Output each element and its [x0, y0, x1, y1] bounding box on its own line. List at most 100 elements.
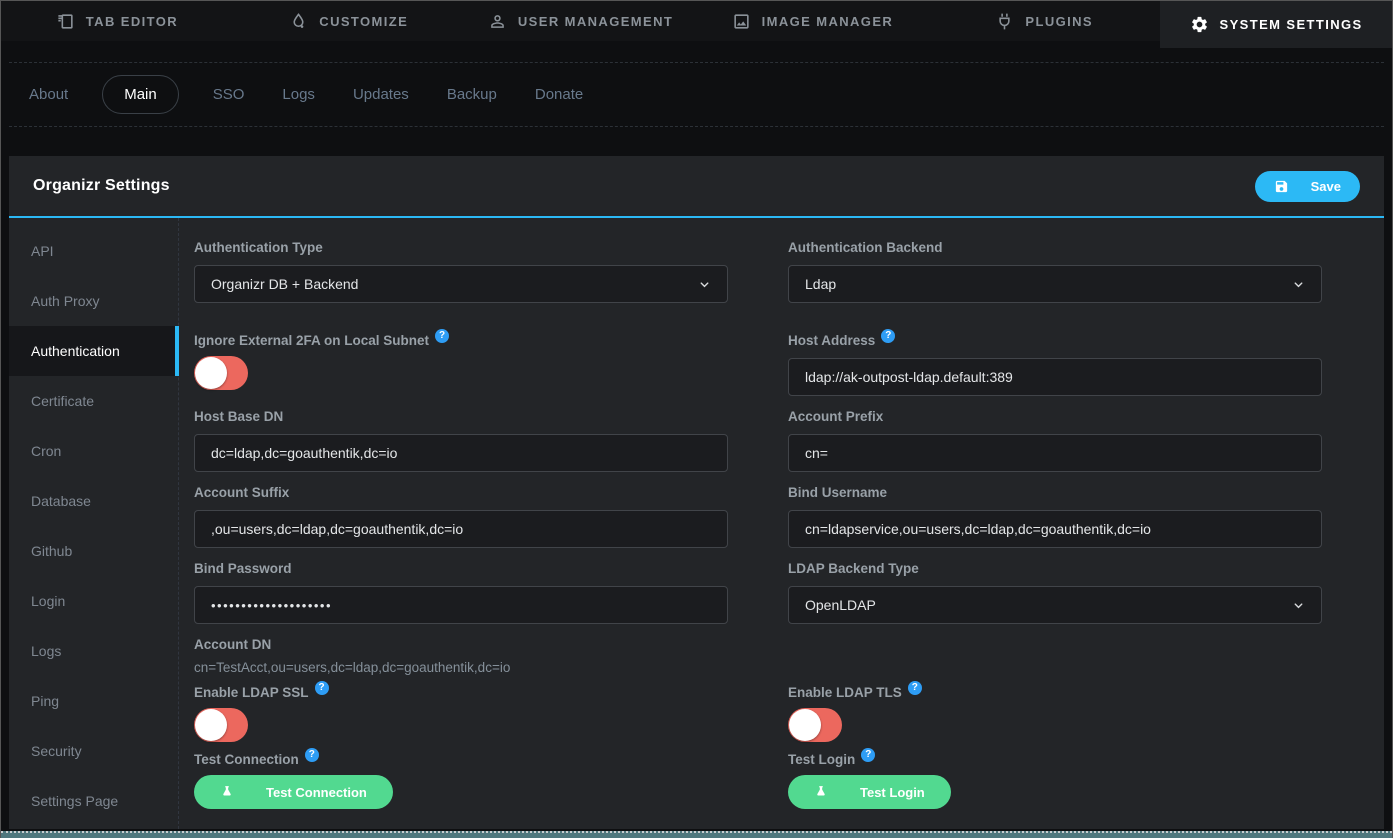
settings-sidebar: API Auth Proxy Authentication Certificat…	[9, 218, 179, 829]
test-login-label: Test Login	[788, 752, 1322, 767]
sidebar-item-api[interactable]: API	[9, 226, 178, 276]
user-management-icon	[488, 12, 507, 31]
nav-label: PLUGINS	[1025, 14, 1093, 29]
sidebar-item-logs[interactable]: Logs	[9, 626, 178, 676]
account-prefix-input[interactable]	[788, 434, 1322, 472]
ldap-backend-type-label: LDAP Backend Type	[788, 561, 1322, 576]
settings-sub-nav: About Main SSO Logs Updates Backup Donat…	[9, 62, 1384, 127]
test-connection-field: Test Connection Test Connection	[194, 752, 728, 809]
account-dn-label: Account DN	[194, 637, 728, 652]
test-login-button[interactable]: Test Login	[788, 775, 951, 809]
host-base-dn-label: Host Base DN	[194, 409, 728, 424]
nav-user-management[interactable]: USER MANAGEMENT	[465, 1, 697, 41]
sidebar-item-certificate[interactable]: Certificate	[9, 376, 178, 426]
auth-type-label: Authentication Type	[194, 240, 728, 255]
subnav-about[interactable]: About	[25, 76, 72, 113]
sidebar-item-authentication[interactable]: Authentication	[9, 326, 178, 376]
save-label: Save	[1311, 179, 1341, 194]
nav-plugins[interactable]: PLUGINS	[928, 1, 1160, 41]
save-icon	[1274, 179, 1289, 194]
save-button[interactable]: Save	[1255, 171, 1360, 202]
host-address-field: Host Address	[788, 333, 1322, 396]
host-base-dn-field: Host Base DN	[194, 409, 728, 472]
customize-icon	[289, 12, 308, 31]
account-suffix-label: Account Suffix	[194, 485, 728, 500]
bind-username-field: Bind Username	[788, 485, 1322, 548]
auth-type-select[interactable]: Organizr DB + Backend	[194, 265, 728, 303]
test-connection-button[interactable]: Test Connection	[194, 775, 393, 809]
sidebar-item-login[interactable]: Login	[9, 576, 178, 626]
account-prefix-label: Account Prefix	[788, 409, 1322, 424]
subnav-main[interactable]: Main	[102, 75, 179, 114]
subnav-backup[interactable]: Backup	[443, 76, 501, 113]
ldap-backend-type-field: LDAP Backend Type OpenLDAP	[788, 561, 1322, 624]
enable-ldap-ssl-label: Enable LDAP SSL	[194, 685, 728, 700]
nav-label: USER MANAGEMENT	[518, 14, 673, 29]
page-bottom-strip	[1, 831, 1392, 838]
sidebar-item-github[interactable]: Github	[9, 526, 178, 576]
help-icon[interactable]	[881, 329, 895, 343]
auth-backend-select[interactable]: Ldap	[788, 265, 1322, 303]
host-address-label: Host Address	[788, 333, 1322, 348]
nav-label: TAB EDITOR	[86, 14, 178, 29]
chevron-down-icon	[698, 278, 711, 291]
enable-ldap-ssl-field: Enable LDAP SSL	[194, 685, 728, 742]
bind-password-input[interactable]	[194, 586, 728, 624]
help-icon[interactable]	[305, 748, 319, 762]
host-base-dn-input[interactable]	[194, 434, 728, 472]
organizr-settings-panel: Organizr Settings Save API Auth Proxy Au…	[9, 156, 1384, 829]
nav-label: SYSTEM SETTINGS	[1220, 17, 1363, 32]
ldap-backend-type-value: OpenLDAP	[805, 597, 876, 613]
nav-tab-editor[interactable]: TAB EDITOR	[1, 1, 233, 41]
help-icon[interactable]	[315, 681, 329, 695]
enable-ldap-tls-toggle[interactable]	[788, 708, 842, 742]
subnav-logs[interactable]: Logs	[278, 76, 319, 113]
nav-system-settings[interactable]: SYSTEM SETTINGS	[1160, 1, 1392, 48]
toggle-knob	[789, 709, 821, 741]
image-manager-icon	[732, 12, 751, 31]
sidebar-item-settings-page[interactable]: Settings Page	[9, 776, 178, 826]
chevron-down-icon	[1292, 278, 1305, 291]
host-address-input[interactable]	[788, 358, 1322, 396]
account-suffix-field: Account Suffix	[194, 485, 728, 548]
account-dn-field: Account DN cn=TestAcct,ou=users,dc=ldap,…	[194, 637, 728, 675]
auth-type-field: Authentication Type Organizr DB + Backen…	[194, 240, 728, 303]
plugins-icon	[995, 12, 1014, 31]
authentication-form: Authentication Type Organizr DB + Backen…	[179, 218, 1384, 829]
subnav-sso[interactable]: SSO	[209, 76, 249, 113]
enable-ldap-tls-field: Enable LDAP TLS	[788, 685, 1322, 742]
sidebar-item-auth-proxy[interactable]: Auth Proxy	[9, 276, 178, 326]
ignore-2fa-toggle[interactable]	[194, 356, 248, 390]
toggle-knob	[195, 709, 227, 741]
account-prefix-field: Account Prefix	[788, 409, 1322, 472]
help-icon[interactable]	[908, 681, 922, 695]
subnav-updates[interactable]: Updates	[349, 76, 413, 113]
sidebar-item-cron[interactable]: Cron	[9, 426, 178, 476]
panel-header: Organizr Settings Save	[9, 156, 1384, 218]
enable-ldap-tls-label: Enable LDAP TLS	[788, 685, 1322, 700]
auth-backend-label: Authentication Backend	[788, 240, 1322, 255]
subnav-donate[interactable]: Donate	[531, 76, 587, 113]
flask-icon	[220, 785, 234, 799]
spacer	[788, 637, 1322, 685]
bind-username-input[interactable]	[788, 510, 1322, 548]
account-suffix-input[interactable]	[194, 510, 728, 548]
toggle-knob	[195, 357, 227, 389]
help-icon[interactable]	[861, 748, 875, 762]
ignore-2fa-label: Ignore External 2FA on Local Subnet	[194, 333, 728, 348]
test-login-field: Test Login Test Login	[788, 752, 1322, 809]
ignore-2fa-field: Ignore External 2FA on Local Subnet	[194, 333, 728, 399]
ldap-backend-type-select[interactable]: OpenLDAP	[788, 586, 1322, 624]
enable-ldap-ssl-toggle[interactable]	[194, 708, 248, 742]
flask-icon	[814, 785, 828, 799]
nav-image-manager[interactable]: IMAGE MANAGER	[696, 1, 928, 41]
sidebar-item-database[interactable]: Database	[9, 476, 178, 526]
help-icon[interactable]	[435, 329, 449, 343]
sidebar-item-ping[interactable]: Ping	[9, 676, 178, 726]
nav-customize[interactable]: CUSTOMIZE	[233, 1, 465, 41]
auth-type-value: Organizr DB + Backend	[211, 276, 358, 292]
sidebar-item-security[interactable]: Security	[9, 726, 178, 776]
bind-password-label: Bind Password	[194, 561, 728, 576]
system-settings-icon	[1190, 15, 1209, 34]
bind-password-field: Bind Password	[194, 561, 728, 624]
